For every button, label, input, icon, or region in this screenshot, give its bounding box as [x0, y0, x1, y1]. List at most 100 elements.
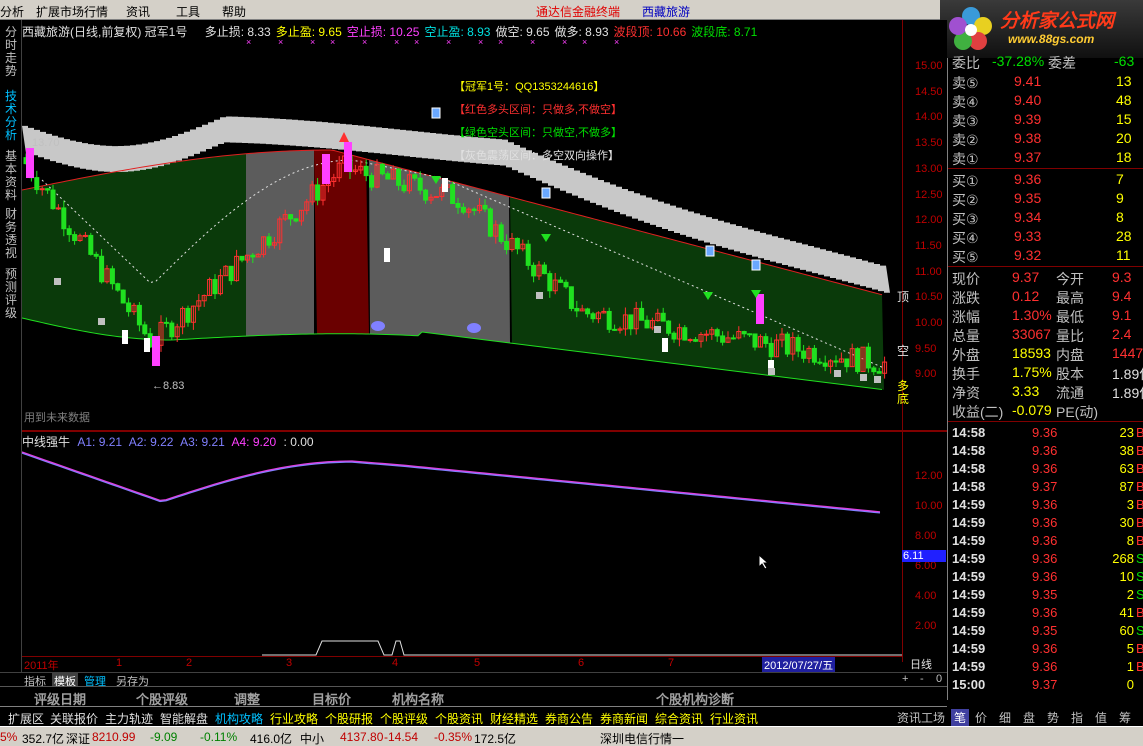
- stat-row[interactable]: 涨幅 1.30% 最低 9.1: [948, 306, 1143, 325]
- bid-row[interactable]: 买⑤ 9.32 11: [948, 246, 1143, 265]
- tick-price: 9.36: [1032, 569, 1058, 584]
- tick-row[interactable]: 14:58 9.36 23 B: [948, 424, 1143, 443]
- price-tick-3: 13.50: [915, 137, 943, 150]
- bid-label: 买②: [952, 192, 979, 208]
- nav-item-6[interactable]: 个股研报: [325, 710, 373, 727]
- tick-row[interactable]: 14:58 9.37 87 B: [948, 478, 1143, 497]
- nav-item-8[interactable]: 个股资讯: [435, 710, 483, 727]
- tab-forecast[interactable]: 预测评级: [4, 268, 18, 320]
- right-tool-5[interactable]: 势: [1047, 709, 1059, 726]
- svg-text:×: ×: [414, 37, 419, 47]
- bid-price: 9.36: [1014, 171, 1042, 187]
- ask-row[interactable]: 卖⑤ 9.41 13: [948, 72, 1143, 91]
- nav-item-10[interactable]: 券商公告: [545, 710, 593, 727]
- nav-item-7[interactable]: 个股评级: [380, 710, 428, 727]
- nav-item-5[interactable]: 行业攻略: [270, 710, 318, 727]
- right-tool-8[interactable]: 筹: [1119, 709, 1131, 726]
- diagnosis-header: 评级日期 个股评级 调整 目标价 机构名称 个股机构诊断: [0, 686, 947, 707]
- order-ratio-row[interactable]: 委比 -37.28% 委差 -63: [948, 52, 1143, 71]
- stat-row[interactable]: 收益(二) -0.079 PE(动): [948, 401, 1143, 420]
- tick-row[interactable]: 14:58 9.36 38 B: [948, 442, 1143, 461]
- reset-button[interactable]: 0: [934, 673, 944, 685]
- ind-tick-4: 4.00: [915, 590, 937, 602]
- tick-row[interactable]: 14:59 9.36 5 B: [948, 640, 1143, 659]
- ask-row[interactable]: 卖④ 9.40 48: [948, 91, 1143, 110]
- stat-row[interactable]: 总量 33067 量比 2.4: [948, 325, 1143, 344]
- zoom-out-button[interactable]: -: [918, 673, 926, 685]
- tick-volume: 268: [1112, 551, 1134, 566]
- indicator-chart[interactable]: [22, 432, 902, 656]
- period-label[interactable]: 日线: [910, 656, 932, 672]
- tick-volume: 2: [1126, 587, 1134, 602]
- tick-row[interactable]: 14:59 9.35 2 S: [948, 586, 1143, 605]
- bid-label: 买①: [952, 173, 979, 189]
- ratio-label: 委比: [952, 55, 980, 71]
- right-tool-0[interactable]: 资讯工场: [897, 709, 945, 726]
- tab-finance[interactable]: 财务透视: [4, 208, 18, 260]
- tick-row[interactable]: 14:59 9.36 268 S: [948, 550, 1143, 569]
- bid-row[interactable]: 买④ 9.33 28: [948, 227, 1143, 246]
- nav-item-13[interactable]: 行业资讯: [710, 710, 758, 727]
- zoom-in-button[interactable]: +: [900, 673, 910, 685]
- tab-fundamental[interactable]: 基本资料: [4, 150, 18, 202]
- right-tool-6[interactable]: 指: [1071, 709, 1083, 726]
- ask-volume: 15: [1116, 111, 1132, 127]
- tab-technical[interactable]: 技术分析: [4, 90, 18, 142]
- ask-volume: 13: [1116, 73, 1132, 89]
- tick-row[interactable]: 14:59 9.36 30 B: [948, 514, 1143, 533]
- right-tool-4[interactable]: 盘: [1023, 709, 1035, 726]
- tick-row[interactable]: 14:59 9.36 1 B: [948, 658, 1143, 677]
- menu-analysis[interactable]: 分析: [0, 3, 24, 20]
- nav-item-3[interactable]: 智能解盘: [160, 710, 208, 727]
- tick-row[interactable]: 14:59 9.36 8 B: [948, 532, 1143, 551]
- tick-time: 14:59: [952, 587, 986, 602]
- tick-time: 14:59: [952, 605, 986, 620]
- tab-intraday[interactable]: 分时走势: [4, 26, 18, 78]
- nav-item-9[interactable]: 财经精选: [490, 710, 538, 727]
- stat-row[interactable]: 外盘 18593 内盘 1447: [948, 344, 1143, 363]
- stat-row[interactable]: 换手 1.75%股本 1.89亿: [948, 363, 1143, 382]
- tick-row[interactable]: 14:59 9.36 41 B: [948, 604, 1143, 623]
- ask-row[interactable]: 卖③ 9.39 15: [948, 110, 1143, 129]
- menu-tools[interactable]: 工具: [176, 3, 200, 20]
- right-tool-1[interactable]: 笔: [951, 709, 970, 726]
- menu-ext-market[interactable]: 扩展市场行情: [36, 3, 108, 20]
- ask-row[interactable]: 卖② 9.38 20: [948, 129, 1143, 148]
- divider: [948, 421, 1143, 422]
- tick-flag: B: [1136, 533, 1143, 548]
- bid-row[interactable]: 买① 9.36 7: [948, 170, 1143, 189]
- bid-row[interactable]: 买② 9.35 9: [948, 189, 1143, 208]
- stat-row[interactable]: 现价 9.37 今开 9.3: [948, 268, 1143, 287]
- tick-row[interactable]: 14:59 9.35 60 S: [948, 622, 1143, 641]
- tick-row[interactable]: 14:59 9.36 3 B: [948, 496, 1143, 515]
- date-label-0: 2011年: [24, 660, 59, 672]
- nav-item-0[interactable]: 扩展区: [8, 710, 44, 727]
- template-tab-bar: 指标 模板 管理 另存为 + - 0: [0, 672, 947, 689]
- svg-text:×: ×: [478, 37, 483, 47]
- nav-item-11[interactable]: 券商新闻: [600, 710, 648, 727]
- nav-item-4[interactable]: 机构攻略: [215, 710, 263, 727]
- menu-news[interactable]: 资讯: [126, 3, 150, 20]
- stat-row[interactable]: 净资 3.33 流通 1.89亿: [948, 382, 1143, 401]
- nav-item-1[interactable]: 关联报价: [50, 710, 98, 727]
- bid-row[interactable]: 买③ 9.34 8: [948, 208, 1143, 227]
- tick-flag: B: [1136, 425, 1143, 440]
- ask-price: 9.41: [1014, 73, 1042, 89]
- tick-row[interactable]: 14:58 9.36 63 B: [948, 460, 1143, 479]
- tick-row[interactable]: 14:59 9.36 10 S: [948, 568, 1143, 587]
- ask-row[interactable]: 卖① 9.37 18: [948, 148, 1143, 167]
- right-tool-7[interactable]: 值: [1095, 709, 1107, 726]
- stat-row[interactable]: 涨跌 0.12 最高 9.4: [948, 287, 1143, 306]
- right-tool-3[interactable]: 细: [999, 709, 1011, 726]
- menu-help[interactable]: 帮助: [222, 3, 246, 20]
- bid-volume: 28: [1116, 228, 1132, 244]
- tick-time: 14:59: [952, 533, 986, 548]
- svg-text:×: ×: [278, 37, 283, 47]
- nav-item-2[interactable]: 主力轨迹: [105, 710, 153, 727]
- right-tool-2[interactable]: 价: [975, 709, 987, 726]
- tick-row[interactable]: 15:00 9.37 0: [948, 676, 1143, 695]
- nav-item-12[interactable]: 综合资讯: [655, 710, 703, 727]
- legend-line-red: 【红色多头区间：只做多,不做空】: [454, 104, 623, 116]
- price-tick-6: 12.00: [915, 214, 943, 227]
- chart-area[interactable]: 西藏旅游(日线,前复权) 冠军1号 多止损: 8.33 多止盈: 9.65 空止损:…: [22, 20, 947, 673]
